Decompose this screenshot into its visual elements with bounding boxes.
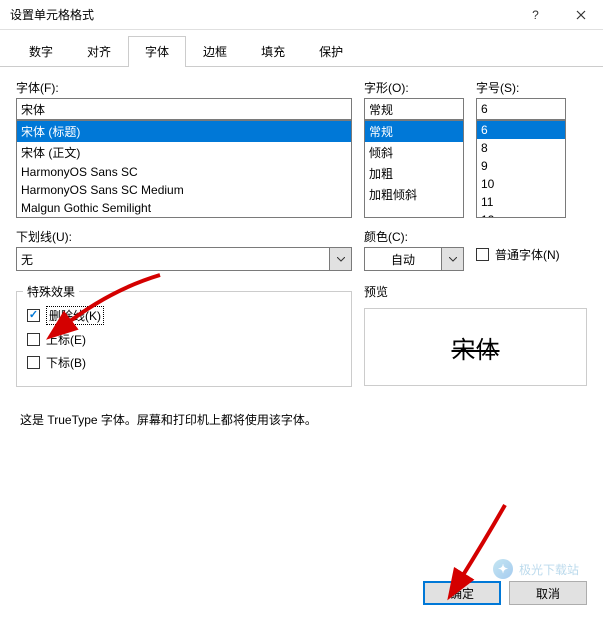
list-item[interactable]: HarmonyOS Sans SC xyxy=(17,163,351,181)
chevron-down-icon xyxy=(449,257,457,262)
effects-legend: 特殊效果 xyxy=(23,283,79,300)
cancel-button[interactable]: 取消 xyxy=(509,581,587,605)
window-controls: ? xyxy=(513,0,603,30)
preview-text: 宋体 xyxy=(452,330,500,365)
size-listbox[interactable]: 6 8 9 10 11 12 xyxy=(476,120,566,218)
list-item[interactable]: 宋体 (标题) xyxy=(17,121,351,142)
underline-select[interactable]: 无 xyxy=(16,247,352,271)
tab-content: 字体(F): 宋体 (标题) 宋体 (正文) HarmonyOS Sans SC… xyxy=(0,75,603,456)
normal-font-checkbox-row[interactable]: 普通字体(N) xyxy=(476,246,560,263)
color-select[interactable]: 自动 xyxy=(364,247,464,271)
style-listbox[interactable]: 常规 倾斜 加粗 加粗倾斜 xyxy=(364,120,464,218)
subscript-row[interactable]: 下标(B) xyxy=(27,354,341,371)
list-item[interactable]: 加粗倾斜 xyxy=(365,184,463,205)
chevron-down-icon xyxy=(337,257,345,262)
tab-alignment[interactable]: 对齐 xyxy=(70,36,128,66)
tab-protection[interactable]: 保护 xyxy=(302,36,360,66)
watermark-text: 极光下载站 xyxy=(519,561,579,578)
dropdown-button[interactable] xyxy=(330,247,352,271)
superscript-label: 上标(E) xyxy=(46,331,86,348)
color-label: 颜色(C): xyxy=(364,228,464,245)
watermark: ✦ 极光下载站 xyxy=(493,559,579,579)
list-item[interactable]: 常规 xyxy=(365,121,463,142)
strikethrough-label: 删除线(K) xyxy=(46,306,104,325)
preview-box: 宋体 xyxy=(364,308,587,386)
list-item[interactable]: 9 xyxy=(477,157,565,175)
list-item[interactable]: 倾斜 xyxy=(365,142,463,163)
underline-label: 下划线(U): xyxy=(16,228,352,245)
superscript-checkbox[interactable] xyxy=(27,333,40,346)
tab-strip: 数字 对齐 字体 边框 填充 保护 xyxy=(0,30,603,67)
list-item[interactable]: Microsoft YaHei UI xyxy=(17,217,351,218)
size-input[interactable] xyxy=(476,98,566,120)
underline-value: 无 xyxy=(16,247,330,271)
list-item[interactable]: HarmonyOS Sans SC Medium xyxy=(17,181,351,199)
preview-legend: 预览 xyxy=(364,285,388,299)
list-item[interactable]: 宋体 (正文) xyxy=(17,142,351,163)
size-label: 字号(S): xyxy=(476,79,566,96)
close-button[interactable] xyxy=(558,0,603,30)
dialog-buttons: 确定 取消 xyxy=(423,581,587,605)
close-icon xyxy=(576,10,586,20)
ok-button[interactable]: 确定 xyxy=(423,581,501,605)
annotation-arrow-2 xyxy=(445,500,525,593)
subscript-checkbox[interactable] xyxy=(27,356,40,369)
list-item[interactable]: 11 xyxy=(477,193,565,211)
font-input[interactable] xyxy=(16,98,352,120)
tab-number[interactable]: 数字 xyxy=(12,36,70,66)
list-item[interactable]: 加粗 xyxy=(365,163,463,184)
title-bar: 设置单元格格式 ? xyxy=(0,0,603,30)
color-value: 自动 xyxy=(364,247,442,271)
font-description: 这是 TrueType 字体。屏幕和打印机上都将使用该字体。 xyxy=(20,411,583,428)
superscript-row[interactable]: 上标(E) xyxy=(27,331,341,348)
list-item[interactable]: 6 xyxy=(477,121,565,139)
strikethrough-row[interactable]: 删除线(K) xyxy=(27,306,341,325)
tab-border[interactable]: 边框 xyxy=(186,36,244,66)
effects-fieldset: 特殊效果 删除线(K) 上标(E) 下标(B) xyxy=(16,291,352,387)
list-item[interactable]: 8 xyxy=(477,139,565,157)
help-button[interactable]: ? xyxy=(513,0,558,30)
list-item[interactable]: 10 xyxy=(477,175,565,193)
normal-font-checkbox[interactable] xyxy=(476,248,489,261)
watermark-logo-icon: ✦ xyxy=(493,559,513,579)
strikethrough-checkbox[interactable] xyxy=(27,309,40,322)
font-row: 字体(F): 宋体 (标题) 宋体 (正文) HarmonyOS Sans SC… xyxy=(16,79,587,218)
style-input[interactable] xyxy=(364,98,464,120)
dropdown-button[interactable] xyxy=(442,247,464,271)
effects-preview-row: 特殊效果 删除线(K) 上标(E) 下标(B) 预览 宋体 xyxy=(16,283,587,387)
window-title: 设置单元格格式 xyxy=(10,6,513,23)
tab-fill[interactable]: 填充 xyxy=(244,36,302,66)
underline-color-row: 下划线(U): 无 颜色(C): 自动 普通字体(N) xyxy=(16,228,587,271)
tab-font[interactable]: 字体 xyxy=(128,36,186,66)
font-listbox[interactable]: 宋体 (标题) 宋体 (正文) HarmonyOS Sans SC Harmon… xyxy=(16,120,352,218)
list-item[interactable]: Malgun Gothic Semilight xyxy=(17,199,351,217)
subscript-label: 下标(B) xyxy=(46,354,86,371)
font-label: 字体(F): xyxy=(16,79,352,96)
style-label: 字形(O): xyxy=(364,79,464,96)
normal-font-label: 普通字体(N) xyxy=(495,246,560,263)
list-item[interactable]: 12 xyxy=(477,211,565,218)
